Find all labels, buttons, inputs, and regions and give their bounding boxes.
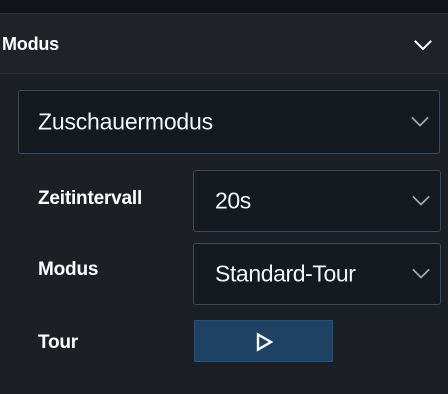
view-mode-dropdown[interactable]: Zuschauermodus xyxy=(18,90,440,154)
play-icon xyxy=(255,332,274,352)
panel-bottom-space xyxy=(0,374,448,394)
mode-panel: Modus Zuschauermodus Zeitintervall 20s M… xyxy=(0,0,448,394)
chevron-down-icon[interactable] xyxy=(411,116,429,128)
tour-label: Tour xyxy=(38,332,79,353)
chevron-down-icon[interactable] xyxy=(412,195,430,207)
chevron-down-icon[interactable] xyxy=(414,40,432,51)
tour-mode-dropdown[interactable]: Standard-Tour xyxy=(193,243,441,305)
tour-play-button[interactable] xyxy=(194,320,333,362)
interval-value: 20s xyxy=(215,187,251,214)
tour-mode-value: Standard-Tour xyxy=(215,260,356,287)
interval-dropdown[interactable]: 20s xyxy=(193,170,441,232)
mode-section-title: Modus xyxy=(2,34,59,54)
interval-label: Zeitintervall xyxy=(38,188,143,209)
view-mode-value: Zuschauermodus xyxy=(38,108,213,135)
mode-section-header[interactable]: Modus xyxy=(0,14,448,74)
top-divider xyxy=(0,0,448,14)
chevron-down-icon[interactable] xyxy=(412,268,430,280)
tour-mode-label: Modus xyxy=(38,259,99,280)
